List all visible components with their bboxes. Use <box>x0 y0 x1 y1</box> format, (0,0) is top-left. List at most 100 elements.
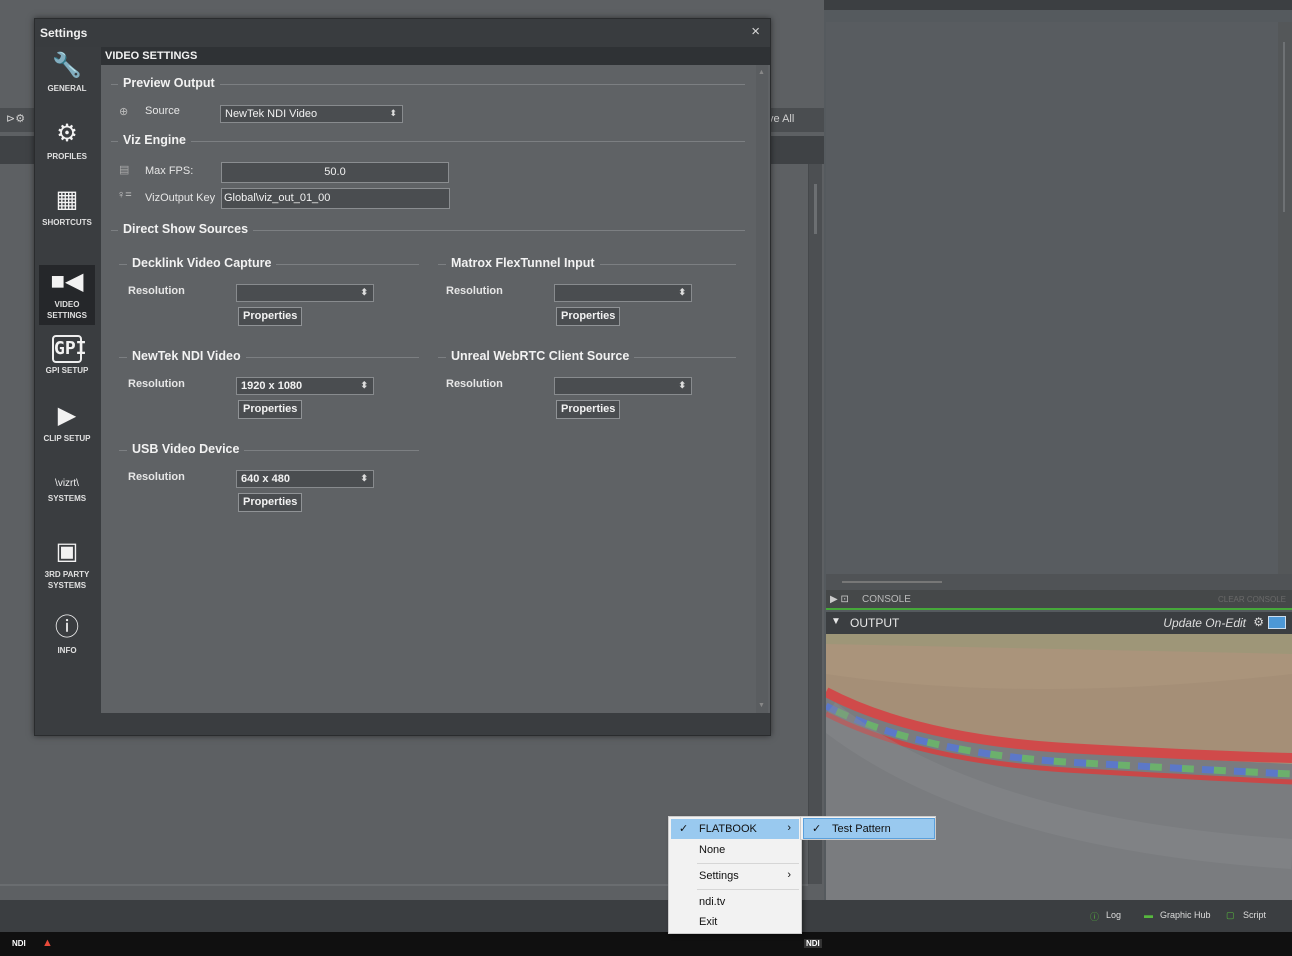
source-heading-decklink: Decklink Video Capture <box>127 256 277 270</box>
sidebar-item-video-settings[interactable]: ■◀ VIDEO SETTINGS <box>39 265 95 325</box>
gpi-icon: GPI <box>52 335 87 363</box>
sidebar-item-label: GENERAL <box>47 84 87 93</box>
matrox-properties-button[interactable]: Properties <box>556 307 621 326</box>
expand-icon[interactable]: ▶ ⊡ <box>830 594 849 605</box>
sidebar-item-label: PROFILES <box>46 152 87 161</box>
menu-item-settings[interactable]: Settings › <box>671 866 799 886</box>
key-icon: ♀= <box>117 189 132 201</box>
menu-item-flatbook[interactable]: ✓ FLATBOOK › <box>671 819 799 839</box>
sidebar-item-3rd-party-systems[interactable]: ▣ 3RD PARTY SYSTEMS <box>39 537 95 591</box>
menu-item-label: Test Pattern <box>832 823 891 835</box>
clapperboard-icon: ▶ <box>57 402 77 429</box>
resolution-label: Resolution <box>446 285 503 297</box>
resolution-label: Resolution <box>446 378 503 390</box>
output-preview-image <box>826 634 1292 900</box>
script-button[interactable]: Script <box>1243 910 1266 920</box>
fps-icon: ▤ <box>119 164 130 176</box>
newtek-properties-button[interactable]: Properties <box>238 400 303 419</box>
sidebar-item-gpi-setup[interactable]: GPI GPI SETUP <box>39 335 95 376</box>
unreal-properties-button[interactable]: Properties <box>556 400 621 419</box>
sidebar-item-shortcuts[interactable]: ▦ SHORTCUTS <box>39 185 95 228</box>
matrox-resolution-select[interactable]: ⬍ <box>554 284 692 302</box>
select-value: 640 x 480 <box>241 473 290 485</box>
log-button[interactable]: Log <box>1106 910 1121 920</box>
sidebar-item-general[interactable]: 🔧 GENERAL <box>39 51 95 94</box>
dialog-title: Settings <box>40 26 88 40</box>
decklink-properties-button[interactable]: Properties <box>238 307 303 326</box>
chevron-right-icon: › <box>787 822 791 834</box>
source-heading-matrox: Matrox FlexTunnel Input <box>446 256 600 270</box>
sidebar-item-clip-setup[interactable]: ▶ CLIP SETUP <box>39 401 95 444</box>
right-horizontal-scrollbar[interactable] <box>826 574 1292 590</box>
sidebar-item-label: GPI SETUP <box>45 366 89 375</box>
scroll-up-icon[interactable]: ▲ <box>758 69 765 76</box>
app-logo-icon[interactable]: ▲ <box>42 937 53 949</box>
right-vertical-scrollbar[interactable] <box>1278 22 1292 574</box>
source-heading-newtek: NewTek NDI Video <box>127 349 246 363</box>
sidebar-item-label: SYSTEMS <box>47 494 87 503</box>
output-header: ▼ OUTPUT Update On-Edit ⚙ <box>826 612 1292 634</box>
update-mode-label[interactable]: Update On-Edit <box>1163 616 1246 630</box>
usb-resolution-select[interactable]: 640 x 480 ⬍ <box>236 470 374 488</box>
dialog-titlebar: Settings × <box>35 19 770 47</box>
max-fps-input[interactable]: 50.0 <box>221 162 449 183</box>
sidebar-item-systems[interactable]: \vizrt\ SYSTEMS <box>39 477 95 504</box>
unreal-resolution-select[interactable]: ⬍ <box>554 377 692 395</box>
ndi-tray-icon[interactable]: NDI <box>12 939 26 948</box>
flatbook-submenu: ✓ Test Pattern <box>800 816 936 840</box>
chevron-down-icon: ⬍ <box>678 287 686 297</box>
resolution-label: Resolution <box>128 285 185 297</box>
check-icon: ✓ <box>679 823 689 835</box>
scroll-down-icon[interactable]: ▼ <box>758 702 765 709</box>
source-select[interactable]: NewTek NDI Video ⬍ <box>220 105 403 123</box>
output-label: OUTPUT <box>850 616 900 630</box>
sidebar-item-label: SHORTCUTS <box>42 218 92 227</box>
graphic-hub-icon[interactable]: ▬ <box>1144 910 1153 920</box>
menu-item-exit[interactable]: Exit <box>671 912 799 932</box>
right-panel-header <box>824 0 1292 10</box>
sidebar-item-label-line2: SYSTEMS <box>47 581 87 590</box>
ndi-tray-active-icon[interactable]: NDI <box>804 939 822 948</box>
collapse-icon[interactable]: ▼ <box>831 616 841 627</box>
script-area[interactable] <box>826 22 1292 574</box>
sidebar-item-info[interactable]: ⓘ INFO <box>39 613 95 656</box>
newtek-resolution-select[interactable]: 1920 x 1080 ⬍ <box>236 377 374 395</box>
content-scrollbar[interactable]: ▲ ▼ <box>756 65 768 713</box>
sidebar-item-label: CLIP SETUP <box>43 434 91 443</box>
console-label: CONSOLE <box>862 594 911 605</box>
settings-dialog: Settings × 🔧 GENERAL ⚙ PROFILES ▦ SHORTC… <box>34 18 771 736</box>
status-bar: ⓘ Log ▬ Graphic Hub ▢ Script <box>0 900 1292 932</box>
clear-console-button[interactable]: CLEAR CONSOLE <box>1218 595 1286 604</box>
script-icon[interactable]: ▢ <box>1226 910 1235 921</box>
chevron-down-icon: ⬍ <box>389 108 397 118</box>
log-icon[interactable]: ⓘ <box>1090 910 1099 923</box>
workspace-scrollbar[interactable] <box>808 164 822 884</box>
sidebar-item-label: VIDEO <box>54 300 80 309</box>
keyboard-icon: ▦ <box>55 186 79 213</box>
menu-item-label: Settings <box>699 870 739 882</box>
save-all-button[interactable]: ve All <box>768 113 794 125</box>
decklink-resolution-select[interactable]: ⬍ <box>236 284 374 302</box>
preview-toggle-button[interactable] <box>1268 616 1286 629</box>
usb-properties-button[interactable]: Properties <box>238 493 303 512</box>
menu-item-ndi-tv[interactable]: ndi.tv <box>671 892 799 912</box>
sidebar-item-profiles[interactable]: ⚙ PROFILES <box>39 119 95 162</box>
dialog-footer <box>35 713 770 735</box>
console-toolbar-icon[interactable]: ⊳⚙ <box>6 112 25 125</box>
source-heading-unreal: Unreal WebRTC Client Source <box>446 349 635 363</box>
divider <box>111 141 745 142</box>
graphic-hub-button[interactable]: Graphic Hub <box>1160 910 1211 920</box>
close-icon[interactable]: × <box>751 23 760 40</box>
console-bar[interactable]: ▶ ⊡ CONSOLE CLEAR CONSOLE <box>826 590 1292 610</box>
menu-item-test-pattern[interactable]: ✓ Test Pattern <box>803 818 935 839</box>
resolution-label: Resolution <box>128 378 185 390</box>
output-key-input[interactable]: Global\viz_out_01_00 <box>221 188 450 209</box>
menu-item-label: FLATBOOK <box>699 823 757 835</box>
sidebar-item-label: INFO <box>57 646 77 655</box>
menu-item-label: None <box>699 844 726 856</box>
menu-item-none[interactable]: None <box>671 840 799 860</box>
gear-icon[interactable]: ⚙ <box>1253 615 1264 629</box>
preview-output-heading: Preview Output <box>118 76 220 90</box>
chevron-down-icon: ⬍ <box>360 473 368 483</box>
chevron-down-icon: ⬍ <box>360 287 368 297</box>
